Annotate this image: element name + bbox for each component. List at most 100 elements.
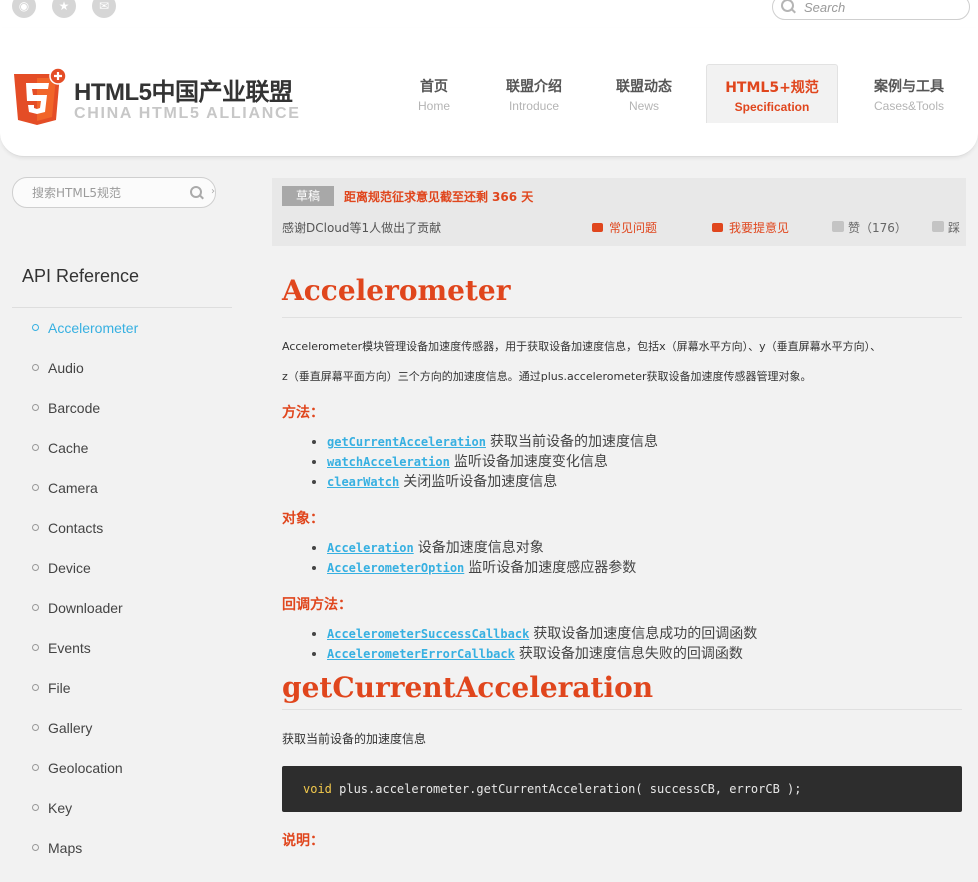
- api-item-cache[interactable]: Cache: [32, 428, 138, 468]
- nav-sublabel: News: [628, 99, 659, 113]
- api-item-maps[interactable]: Maps: [32, 828, 138, 868]
- method-item: watchAcceleration监听设备加速度变化信息: [327, 452, 962, 472]
- faq-link[interactable]: 常见问题: [592, 219, 657, 236]
- spec-search-input[interactable]: 搜索HTML5规范 ›: [12, 177, 216, 208]
- code-block[interactable]: void plus.accelerometer.getCurrentAccele…: [282, 766, 962, 812]
- top-bar: ◉ ★ ✉ Search: [0, 0, 978, 29]
- method-link[interactable]: getCurrentAcceleration: [327, 435, 486, 449]
- callback-item: AccelerometerSuccessCallback 获取设备加速度信息成功的…: [327, 624, 962, 644]
- bullet-icon: [32, 604, 39, 611]
- methods-heading: 方法：: [282, 405, 324, 421]
- api-item-file[interactable]: File: [32, 668, 138, 708]
- object-link[interactable]: AccelerometerOption: [327, 561, 464, 575]
- star-icon[interactable]: ★: [52, 0, 76, 18]
- notice-bar: 草稿 距离规范征求意见截至还剩 366 天 感谢DCloud等1人做出了贡献 常见…: [272, 178, 966, 246]
- api-item-geolocation[interactable]: Geolocation: [32, 748, 138, 788]
- code-text: plus.accelerometer.getCurrentAcceleratio…: [331, 782, 802, 796]
- eye-icon[interactable]: ◉: [12, 0, 36, 18]
- method-link[interactable]: watchAcceleration: [327, 455, 450, 469]
- code-keyword: void: [303, 782, 332, 796]
- api-item-label: Device: [48, 560, 91, 576]
- mail-icon[interactable]: ✉: [92, 0, 116, 18]
- method-desc: 获取当前设备的加速度信息: [489, 434, 658, 450]
- intro-line-2: z（垂直屏幕平面方向）三个方向的加速度信息。通过plus.acceleromet…: [282, 370, 812, 383]
- api-item-barcode[interactable]: Barcode: [32, 388, 138, 428]
- method-desc: 关闭监听设备加速度信息: [403, 474, 558, 490]
- bullet-icon: [32, 684, 39, 691]
- page-title: Accelerometer: [282, 274, 511, 307]
- api-item-label: Camera: [48, 480, 98, 496]
- html5-logo-icon[interactable]: [12, 68, 68, 126]
- api-item-camera[interactable]: Camera: [32, 468, 138, 508]
- api-item-events[interactable]: Events: [32, 628, 138, 668]
- nav-news[interactable]: 联盟动态 News: [607, 64, 681, 122]
- chevron-right-icon[interactable]: ›: [211, 186, 215, 197]
- object-desc: 设备加速度信息对象: [417, 540, 544, 556]
- section-description: 获取当前设备的加速度信息: [282, 732, 427, 746]
- deadline-days: 366 天: [492, 190, 534, 204]
- nav-introduce[interactable]: 联盟介绍 Introduce: [498, 64, 570, 122]
- api-item-key[interactable]: Key: [32, 788, 138, 828]
- api-reference-title: API Reference: [22, 266, 140, 286]
- search-icon[interactable]: [190, 186, 202, 198]
- api-item-label: Audio: [48, 360, 84, 376]
- bullet-icon: [32, 324, 39, 331]
- api-item-downloader[interactable]: Downloader: [32, 588, 138, 628]
- top-search-input[interactable]: Search: [772, 0, 970, 20]
- api-item-gallery[interactable]: Gallery: [32, 708, 138, 748]
- bullet-icon: [32, 844, 39, 851]
- draft-badge: 草稿: [282, 186, 334, 206]
- api-item-label: Key: [48, 800, 73, 816]
- api-item-audio[interactable]: Audio: [32, 348, 138, 388]
- objects-heading: 对象：: [282, 511, 324, 527]
- method-link[interactable]: clearWatch: [327, 475, 399, 489]
- nav-label: 案例与工具: [874, 79, 944, 95]
- nav-sublabel: Introduce: [508, 99, 560, 113]
- method-desc: 监听设备加速度变化信息: [453, 454, 608, 470]
- like-button[interactable]: 赞（176）: [832, 219, 907, 236]
- callbacks-heading: 回调方法：: [282, 597, 352, 613]
- contributors-text[interactable]: 感谢DCloud等1人做出了贡献: [282, 219, 441, 236]
- bullet-icon: [32, 764, 39, 771]
- object-link[interactable]: Acceleration: [327, 541, 414, 555]
- nav-label: 首页: [420, 79, 448, 95]
- callback-desc: 获取设备加速度信息成功的回调函数: [533, 626, 758, 642]
- nav-cases-tools[interactable]: 案例与工具 Cases&Tools: [864, 64, 954, 122]
- deadline-text: 距离规范征求意见截至还剩 366 天: [344, 188, 533, 205]
- api-item-device[interactable]: Device: [32, 548, 138, 588]
- intro-line-1: Accelerometer模块管理设备加速度传感器，用于获取设备加速度信息，包括…: [282, 340, 882, 353]
- nav-sublabel: Home: [417, 99, 450, 113]
- callback-link[interactable]: AccelerometerSuccessCallback: [327, 627, 529, 641]
- api-item-accelerometer[interactable]: Accelerometer: [32, 308, 138, 348]
- nav-sublabel: Specification: [734, 100, 810, 114]
- main-content: Accelerometer Accelerometer模块管理设备加速度传感器，…: [282, 262, 962, 850]
- objects-list: Acceleration设备加速度信息对象 AccelerometerOptio…: [282, 538, 962, 578]
- suggest-label: 我要提意见: [729, 221, 790, 235]
- search-icon: [781, 0, 794, 12]
- bullet-icon: [32, 364, 39, 371]
- callback-link[interactable]: AccelerometerErrorCallback: [327, 647, 515, 661]
- methods-list: getCurrentAcceleration获取当前设备的加速度信息 watch…: [282, 432, 962, 492]
- suggest-link[interactable]: 我要提意见: [712, 219, 789, 236]
- logo-title[interactable]: HTML5中国产业联盟: [74, 72, 293, 107]
- callback-item: AccelerometerErrorCallback获取设备加速度信息失败的回调…: [327, 644, 962, 664]
- api-item-label: Gallery: [48, 720, 93, 736]
- nav-specification[interactable]: HTML5+规范 Specification: [706, 64, 838, 123]
- like-label: 赞（176）: [848, 221, 907, 235]
- bullet-icon: [32, 564, 39, 571]
- api-item-contacts[interactable]: Contacts: [32, 508, 138, 548]
- api-item-label: Barcode: [48, 400, 101, 416]
- object-item: AccelerometerOption 监听设备加速度感应器参数: [327, 558, 962, 578]
- bullet-icon: [32, 724, 39, 731]
- bullet-icon: [32, 524, 39, 531]
- nav-label: 联盟介绍: [506, 79, 562, 95]
- api-item-label: Accelerometer: [48, 320, 139, 336]
- nav-home[interactable]: 首页 Home: [404, 64, 464, 122]
- dislike-button[interactable]: 踩: [932, 219, 960, 236]
- api-item-label: Maps: [48, 840, 83, 856]
- bullet-icon: [32, 484, 39, 491]
- section-title: getCurrentAcceleration: [282, 671, 654, 704]
- api-item-label: Events: [48, 640, 91, 656]
- divider: [282, 317, 962, 318]
- thumbs-down-icon: [932, 221, 944, 232]
